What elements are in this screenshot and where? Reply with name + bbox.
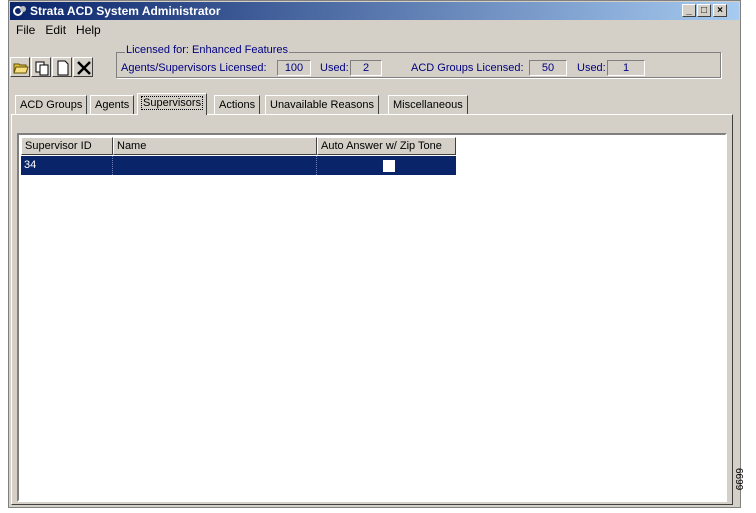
acd-groups-licensed-label: ACD Groups Licensed: xyxy=(411,62,524,74)
supervisor-id-cell[interactable]: 34 xyxy=(21,156,113,175)
minimize-button[interactable]: _ xyxy=(682,4,696,17)
groups-used-label: Used: xyxy=(577,62,606,74)
copy-button[interactable] xyxy=(31,57,51,77)
tab-label: Supervisors xyxy=(140,96,204,110)
column-header-auto-answer[interactable]: Auto Answer w/ Zip Tone xyxy=(317,137,456,155)
agents-used-value: 2 xyxy=(350,60,382,76)
window-title: Strata ACD System Administrator xyxy=(30,4,221,18)
tab-label: Actions xyxy=(219,99,256,111)
menu-help[interactable]: Help xyxy=(71,22,106,38)
menu-edit[interactable]: Edit xyxy=(40,22,71,38)
new-button[interactable] xyxy=(52,57,72,77)
acd-groups-licensed-value: 50 xyxy=(529,60,567,76)
copy-icon xyxy=(35,61,49,76)
auto-answer-checkbox[interactable] xyxy=(383,160,395,172)
license-group: Licensed for: Enhanced Features Agents/S… xyxy=(116,44,721,78)
title-bar[interactable]: Strata ACD System Administrator _ □ × xyxy=(10,2,739,20)
tab-miscellaneous[interactable]: Miscellaneous xyxy=(388,95,468,114)
supervisors-table[interactable]: Supervisor ID Name Auto Answer w/ Zip To… xyxy=(17,133,727,502)
license-legend: Licensed for: Enhanced Features xyxy=(125,44,290,56)
menu-bar: File Edit Help xyxy=(11,22,106,40)
close-button[interactable]: × xyxy=(713,4,727,17)
agents-licensed-label: Agents/Supervisors Licensed: xyxy=(121,62,267,74)
figure-number: 6699 xyxy=(733,468,744,491)
delete-button[interactable] xyxy=(73,57,93,77)
tab-label: Miscellaneous xyxy=(393,99,463,111)
tab-actions[interactable]: Actions xyxy=(214,95,261,114)
new-document-icon xyxy=(57,60,69,76)
column-header-name[interactable]: Name xyxy=(113,137,317,155)
tab-label: Agents xyxy=(95,99,130,111)
menu-file[interactable]: File xyxy=(11,22,40,38)
table-row[interactable]: 34 xyxy=(21,156,456,175)
delete-x-icon xyxy=(77,61,91,75)
maximize-button[interactable]: □ xyxy=(697,4,711,17)
column-header-supervisor-id[interactable]: Supervisor ID xyxy=(21,137,113,155)
tab-label: ACD Groups xyxy=(20,99,83,111)
tab-acd-groups[interactable]: ACD Groups xyxy=(15,95,88,114)
tab-agents[interactable]: Agents xyxy=(90,95,135,114)
agents-used-label: Used: xyxy=(320,62,349,74)
agents-licensed-value: 100 xyxy=(277,60,311,76)
tab-label: Unavailable Reasons xyxy=(270,99,374,111)
tab-supervisors[interactable]: Supervisors xyxy=(137,93,208,115)
app-logo-icon xyxy=(13,6,26,16)
tab-unavailable-reasons[interactable]: Unavailable Reasons xyxy=(265,95,379,114)
open-folder-icon xyxy=(13,63,29,74)
name-cell[interactable] xyxy=(113,156,317,175)
open-button[interactable] xyxy=(10,57,30,77)
groups-used-value: 1 xyxy=(607,60,645,76)
